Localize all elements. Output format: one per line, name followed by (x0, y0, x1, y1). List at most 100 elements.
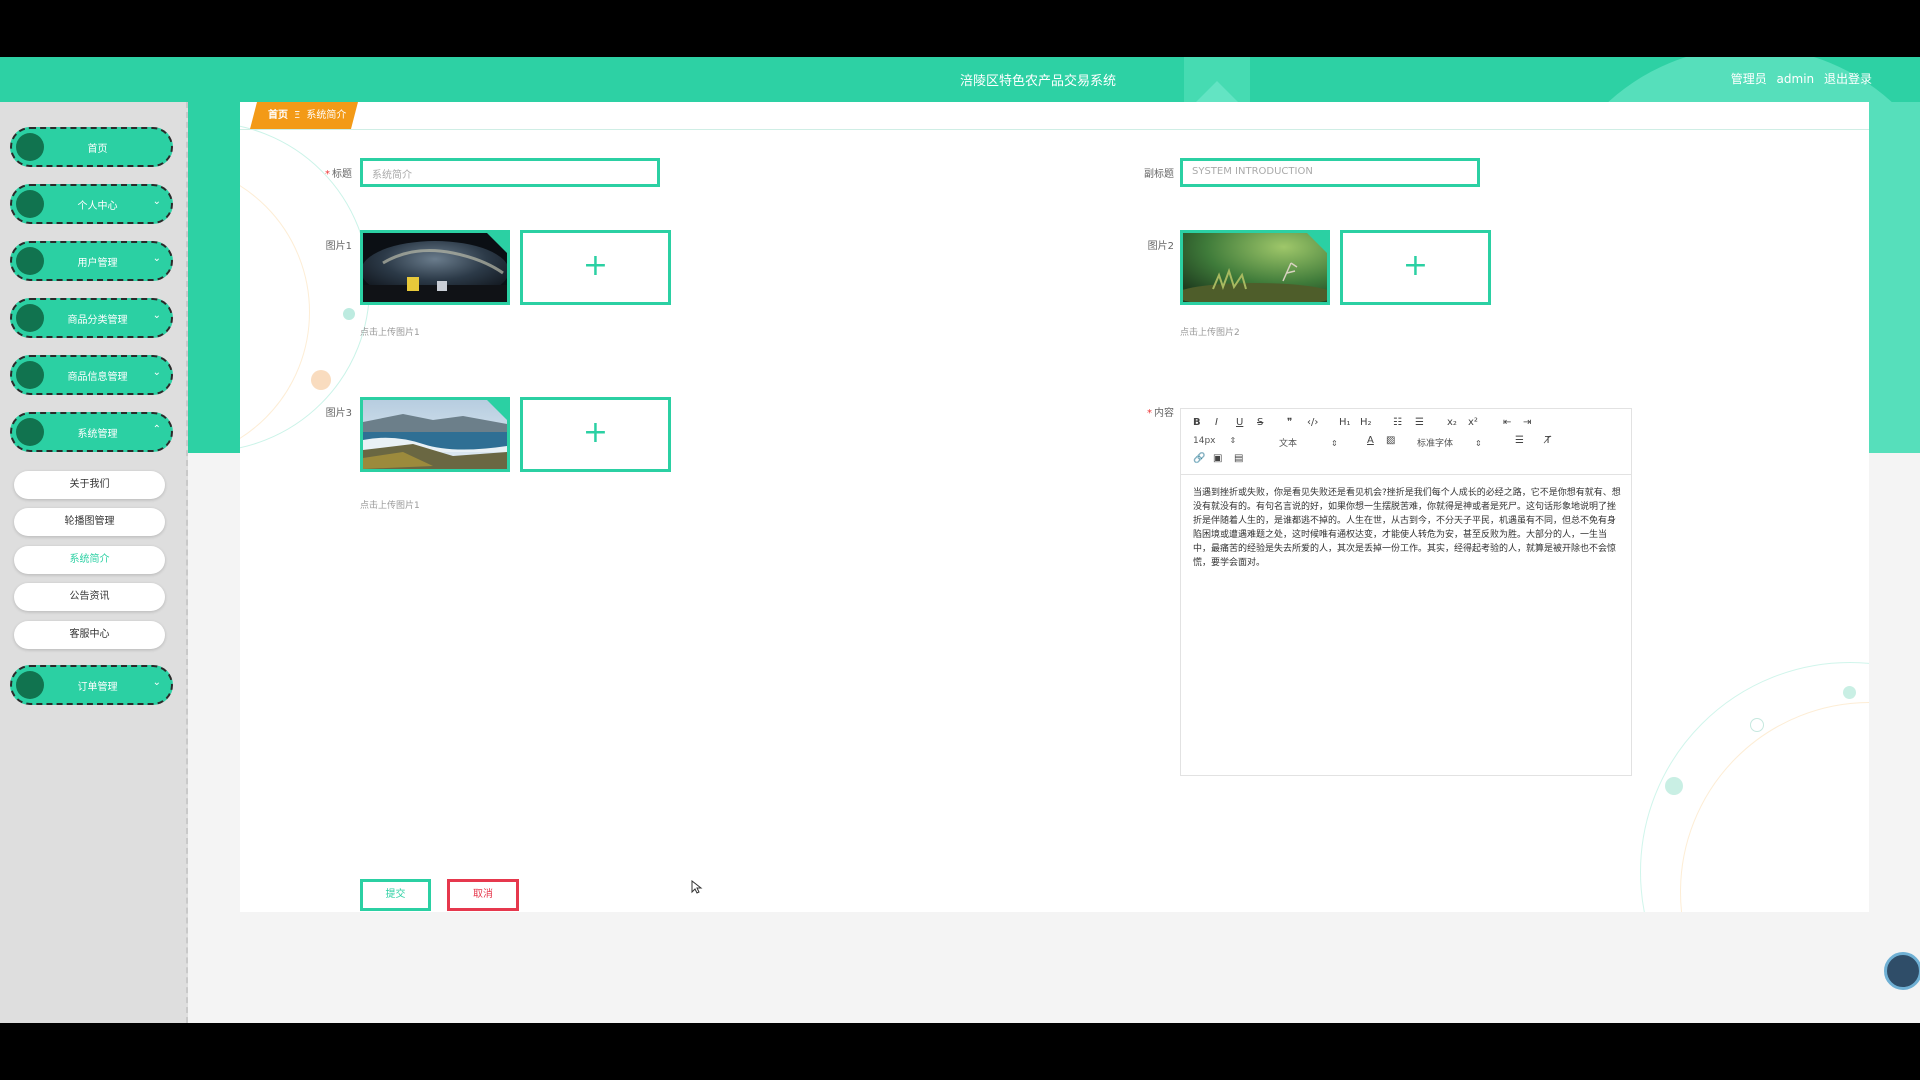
heading2-button[interactable]: H₂ (1360, 417, 1372, 428)
pic3-upload-button[interactable]: + (520, 397, 671, 472)
app-screen: 涪陵区特色农产品交易系统 管理员 admin 退出登录 首页 个人中心 ⌄ 用户… (0, 57, 1920, 1023)
sidebar-subitem-announcements[interactable]: 公告资讯 (14, 583, 165, 611)
strike-button[interactable]: S (1257, 417, 1263, 428)
select-arrow-icon: ⇕ (1229, 436, 1237, 445)
coast-image (363, 400, 507, 469)
sidebar-subitem-system-intro[interactable]: 系统简介 (14, 546, 165, 574)
sidebar-item-category-management[interactable]: 商品分类管理 ⌄ (10, 298, 173, 338)
menu-dot-icon (16, 361, 44, 389)
pic1-label: 图片1 (325, 241, 352, 252)
breadcrumb-divider (240, 129, 1869, 130)
sidebar-item-label: 订单管理 (77, 682, 118, 693)
indent-button[interactable]: ⇥ (1523, 417, 1531, 428)
mouse-cursor-icon (691, 880, 703, 894)
underline-button[interactable]: U (1236, 417, 1243, 428)
heading1-button[interactable]: H₁ (1339, 417, 1351, 428)
sidebar-item-product-management[interactable]: 商品信息管理 ⌄ (10, 355, 173, 395)
app-title: 涪陵区特色农产品交易系统 (960, 74, 1117, 89)
floating-avatar[interactable] (1884, 952, 1920, 990)
format-value: 文本 (1279, 439, 1298, 449)
pic3-thumbnail[interactable] (360, 397, 510, 472)
bullet-list-button[interactable]: ☰ (1415, 417, 1424, 428)
pic2-upload-hint: 点击上传图片2 (1180, 328, 1240, 338)
top-header: 涪陵区特色农产品交易系统 管理员 admin 退出登录 (0, 57, 1920, 467)
pic2-upload-button[interactable]: + (1340, 230, 1491, 305)
sidebar-subitem-customer-service[interactable]: 客服中心 (14, 621, 165, 649)
breadcrumb-current: 系统简介 (306, 110, 347, 121)
decorative-dot (1665, 777, 1683, 795)
code-button[interactable]: ‹/› (1307, 417, 1318, 428)
rich-text-editor[interactable]: B I U S ❞ ‹/› H₁ H₂ ☷ ☰ x₂ x² ⇤ ⇥ 14px ⇕ … (1180, 408, 1632, 776)
sidebar-item-system-management[interactable]: 系统管理 ⌃ (10, 412, 173, 452)
editor-content[interactable]: 当遇到挫折或失败，你是看见失败还是看见机会?挫折是我们每个人成长的必经之路，它不… (1193, 486, 1623, 570)
sidebar-item-label: 商品分类管理 (67, 315, 128, 326)
title-input[interactable]: 系统简介 (360, 158, 660, 187)
subscript-button[interactable]: x₂ (1447, 417, 1457, 428)
menu-dot-icon (16, 190, 44, 218)
menu-dot-icon (16, 133, 44, 161)
text-color-button[interactable]: A (1367, 435, 1374, 446)
subtitle-input[interactable]: SYSTEM INTRODUCTION (1180, 158, 1480, 187)
sidebar-item-personal-center[interactable]: 个人中心 ⌄ (10, 184, 173, 224)
breadcrumb: 首页 Ξ 系统简介 (250, 102, 358, 129)
user-role: 管理员 (1730, 72, 1767, 86)
align-button[interactable]: ☰ (1515, 435, 1524, 446)
select-arrow-icon: ⇕ (1331, 439, 1338, 448)
pic2-thumbnail[interactable] (1180, 230, 1330, 305)
sidebar-item-user-management[interactable]: 用户管理 ⌄ (10, 241, 173, 281)
sidebar-subitem-about-us[interactable]: 关于我们 (14, 471, 165, 499)
decorative-dot (1750, 718, 1764, 732)
pic1-upload-hint: 点击上传图片1 (360, 328, 420, 338)
pic2-label: 图片2 (1147, 241, 1174, 252)
font-size-value: 14px (1193, 436, 1216, 446)
background-color-button[interactable]: ▨ (1386, 435, 1395, 446)
pic3-label: 图片3 (325, 408, 352, 419)
content-label-text: 内容 (1154, 408, 1174, 419)
pic3-upload-hint: 点击上传图片1 (360, 501, 420, 511)
moss-image (1183, 233, 1327, 302)
sidebar-item-order-management[interactable]: 订单管理 ⌄ (10, 665, 173, 705)
plus-icon: + (1402, 248, 1429, 283)
image-icon[interactable]: ▣ (1213, 453, 1222, 464)
plus-icon: + (582, 248, 609, 283)
font-family-select[interactable]: 标准字体 ⇕ (1417, 436, 1482, 449)
italic-button[interactable]: I (1215, 417, 1218, 428)
link-icon[interactable]: 🔗 (1193, 453, 1205, 464)
font-size-select[interactable]: 14px ⇕ (1193, 436, 1236, 446)
decorative-dot (343, 308, 355, 320)
user-name: admin (1776, 72, 1815, 86)
blockquote-button[interactable]: ❞ (1287, 417, 1292, 428)
decorative-dot (311, 370, 331, 390)
chevron-down-icon: ⌄ (152, 677, 161, 688)
sidebar-item-label: 商品信息管理 (67, 372, 128, 383)
pic1-thumbnail[interactable] (360, 230, 510, 305)
user-area: 管理员 admin 退出登录 (1725, 70, 1872, 87)
subtitle-label: 副标题 (1144, 169, 1174, 180)
required-mark: * (325, 169, 330, 180)
pic1-upload-button[interactable]: + (520, 230, 671, 305)
submit-button[interactable]: 提交 (360, 879, 431, 911)
select-arrow-icon: ⇕ (1475, 439, 1482, 448)
title-label-text: 标题 (332, 169, 352, 180)
sidebar: 首页 个人中心 ⌄ 用户管理 ⌄ 商品分类管理 ⌄ 商品信息管理 ⌄ 系统管理 … (0, 102, 188, 1023)
clean-format-button[interactable]: T̸ (1545, 435, 1551, 446)
chevron-down-icon: ⌄ (152, 253, 161, 264)
superscript-button[interactable]: x² (1468, 417, 1478, 428)
bold-button[interactable]: B (1193, 417, 1201, 428)
sidebar-subitem-carousel[interactable]: 轮播图管理 (14, 508, 165, 536)
ordered-list-button[interactable]: ☷ (1393, 417, 1402, 428)
content-label: * 内容 (1120, 404, 1174, 419)
cancel-button[interactable]: 取消 (447, 879, 519, 911)
video-icon[interactable]: ▤ (1234, 453, 1243, 464)
editor-toolbar: B I U S ❞ ‹/› H₁ H₂ ☷ ☰ x₂ x² ⇤ ⇥ 14px ⇕ … (1181, 409, 1631, 475)
chevron-down-icon: ⌄ (152, 367, 161, 378)
chevron-up-icon: ⌃ (152, 424, 161, 435)
format-select[interactable]: 文本 ⇕ (1279, 436, 1338, 449)
logout-link[interactable]: 退出登录 (1824, 72, 1872, 86)
outdent-button[interactable]: ⇤ (1503, 417, 1511, 428)
breadcrumb-home[interactable]: 首页 (268, 110, 288, 121)
title-label: * 标题 (300, 165, 352, 180)
sidebar-item-home[interactable]: 首页 (10, 127, 173, 167)
sidebar-item-label: 个人中心 (77, 201, 118, 212)
plus-icon: + (582, 415, 609, 450)
